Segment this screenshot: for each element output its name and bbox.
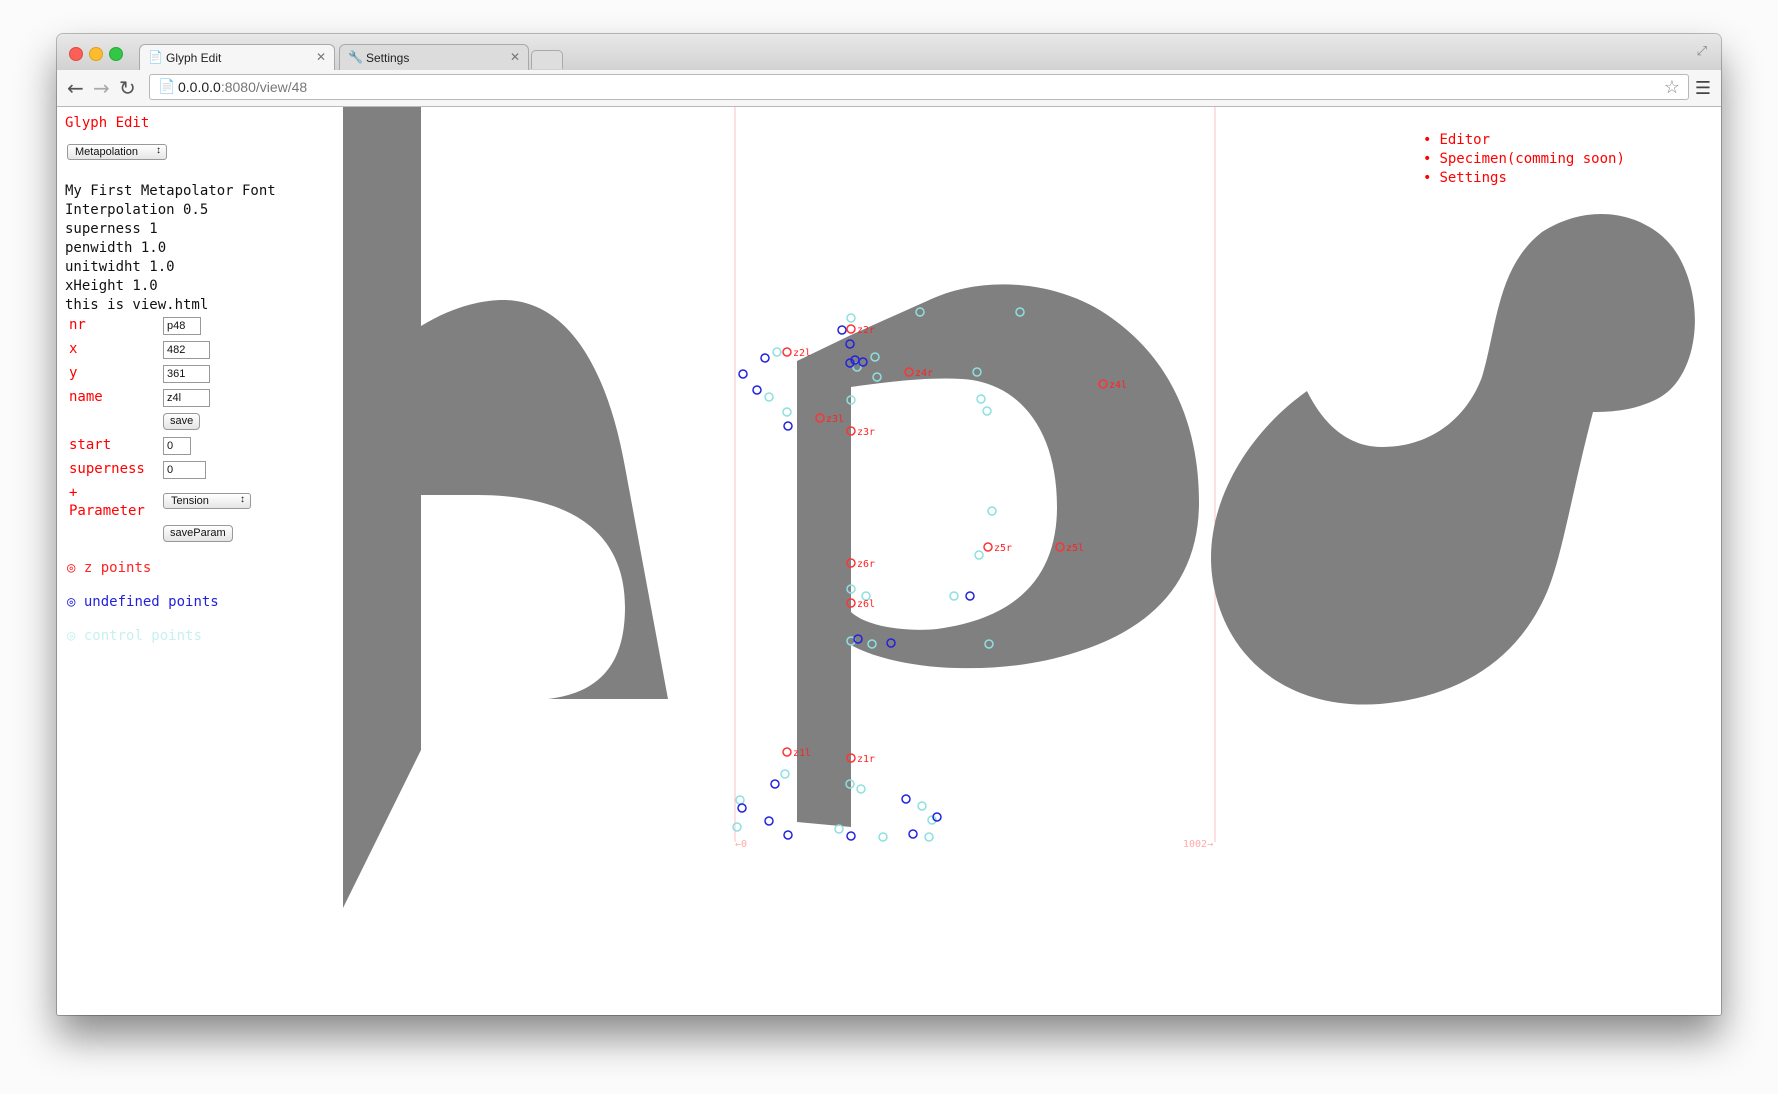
glyph-p (797, 284, 1199, 827)
minimize-window-icon[interactable] (89, 47, 103, 61)
legend-z-points: ◎ z points (67, 560, 151, 576)
save-param-button[interactable]: saveParam (163, 525, 233, 542)
info-line: this is view.html (65, 297, 209, 313)
info-line: superness 1 (65, 221, 158, 237)
nr-label: nr (69, 317, 86, 333)
legend-label: z points (83, 560, 152, 576)
ruler-start: ←0 (735, 839, 747, 850)
browser-window: 📄 Glyph Edit ✕ 🔧 Settings ✕ ⤢ ← → ↻ 📄 0.… (57, 34, 1721, 1015)
point-label: z5l (1066, 543, 1084, 554)
nav-menu: Editor Specimen(comming soon) Settings (1423, 131, 1625, 188)
point-label: z1l (793, 748, 811, 759)
nav-item-specimen[interactable]: Specimen(comming soon) (1423, 150, 1624, 169)
save-button[interactable]: save (163, 413, 201, 430)
tab-label: Settings (366, 51, 410, 65)
control-points (732, 307, 1025, 842)
mode-select[interactable]: Metapolation (67, 144, 167, 160)
point-label: z4r (915, 368, 933, 379)
add-parameter-plus[interactable]: + (69, 485, 77, 501)
new-tab-button[interactable] (531, 50, 563, 69)
point-label: z2r (857, 325, 875, 336)
name-field[interactable]: z4l (163, 389, 210, 407)
point-label: z3r (857, 427, 875, 438)
font-info: My First Metapolator Font Interpolation … (65, 182, 276, 315)
info-line: penwidth 1.0 (65, 240, 167, 256)
browser-toolbar: ← → ↻ 📄 0.0.0.0:8080/view/48 ☆ ☰ (57, 70, 1721, 107)
legend-control-points: ◎ control points (67, 628, 202, 644)
glyph-h (343, 107, 668, 908)
close-window-icon[interactable] (69, 47, 83, 61)
url-host: 0.0.0.0 (178, 79, 221, 95)
point-label: z2l (793, 348, 811, 359)
undefined-points (737, 325, 975, 841)
address-bar[interactable]: 📄 0.0.0.0:8080/view/48 ☆ (149, 74, 1689, 100)
z-point-icon: ◎ (67, 560, 76, 576)
maximize-window-icon[interactable] (109, 47, 123, 61)
glyph-s (1211, 213, 1695, 705)
tab-strip: 📄 Glyph Edit ✕ 🔧 Settings ✕ ⤢ (57, 34, 1721, 70)
back-icon[interactable]: ← (67, 76, 84, 100)
bookmark-star-icon[interactable]: ☆ (1664, 77, 1680, 98)
control-point-icon: ◎ (67, 628, 76, 644)
start-field[interactable]: 0 (163, 437, 191, 455)
page-content: ←0 1002→ z2r z2l z4r z4l z3l z3r z5r z5l… (57, 107, 1721, 1015)
undefined-point-icon: ◎ (67, 594, 76, 610)
name-label: name (69, 389, 103, 405)
page-icon: 📄 (148, 50, 163, 64)
point-label: z6r (857, 559, 875, 570)
x-label: x (69, 341, 78, 357)
y-label: y (69, 365, 78, 381)
y-field[interactable]: 361 (163, 365, 210, 383)
tab-glyph-edit[interactable]: 📄 Glyph Edit ✕ (139, 44, 335, 70)
nav-item-editor[interactable]: Editor (1423, 131, 1625, 150)
point-label: z4l (1109, 380, 1127, 391)
parameter-label: Parameter (69, 503, 145, 519)
ruler-end: 1002→ (1183, 839, 1213, 850)
legend-undefined-points: ◎ undefined points (67, 594, 219, 610)
point-label: z1r (857, 754, 875, 765)
parameter-select[interactable]: Tension (163, 493, 251, 509)
reload-icon[interactable]: ↻ (119, 76, 136, 100)
glyph-canvas[interactable]: ←0 1002→ z2r z2l z4r z4l z3l z3r z5r z5l… (57, 107, 1721, 1015)
point-label: z6l (857, 599, 875, 610)
wrench-icon: 🔧 (348, 50, 363, 64)
point-label: z3l (826, 414, 844, 425)
menu-icon[interactable]: ☰ (1695, 78, 1711, 99)
nav-item-settings[interactable]: Settings (1423, 169, 1625, 188)
fullscreen-icon[interactable]: ⤢ (1697, 44, 1707, 59)
nr-field[interactable]: p48 (163, 317, 201, 335)
url-path: :8080/view/48 (220, 79, 308, 95)
close-tab-icon[interactable]: ✕ (510, 50, 520, 64)
forward-icon[interactable]: → (93, 76, 110, 100)
page-title: Glyph Edit (65, 115, 150, 131)
close-tab-icon[interactable]: ✕ (316, 50, 326, 64)
info-line: My First Metapolator Font (65, 183, 276, 199)
info-line: Interpolation 0.5 (65, 202, 209, 218)
superness-label: superness (69, 461, 145, 477)
point-label: z5r (994, 543, 1012, 554)
superness-field[interactable]: 0 (163, 461, 206, 479)
legend-label: control points (83, 628, 202, 644)
legend-label: undefined points (83, 594, 219, 610)
tab-label: Glyph Edit (166, 51, 222, 65)
x-field[interactable]: 482 (163, 341, 210, 359)
start-label: start (69, 437, 112, 453)
tab-settings[interactable]: 🔧 Settings ✕ (339, 44, 529, 70)
info-line: xHeight 1.0 (65, 278, 158, 294)
info-line: unitwidht 1.0 (65, 259, 175, 275)
page-icon: 📄 (158, 78, 176, 94)
